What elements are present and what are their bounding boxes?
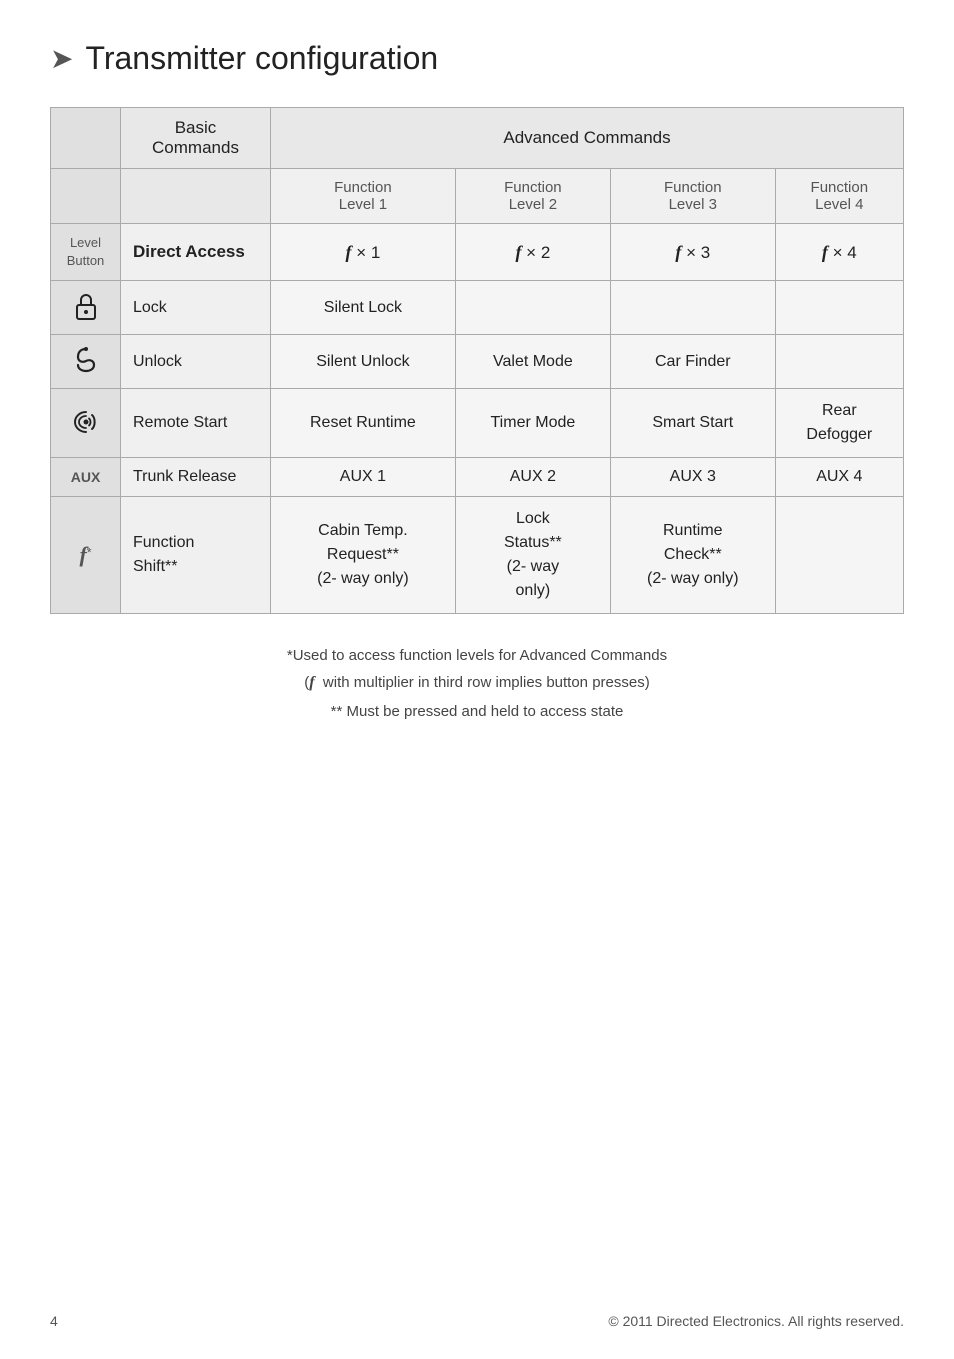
table-row: f* FunctionShift** Cabin Temp.Request**(… [51, 497, 904, 614]
lock-f2 [455, 281, 610, 335]
aux-f3: AUX 3 [610, 458, 775, 497]
copyright: © 2011 Directed Electronics. All rights … [608, 1313, 904, 1329]
aux-f2: AUX 2 [455, 458, 610, 497]
lock-basic: Lock [121, 281, 271, 335]
arrow-icon: ➤ [50, 42, 73, 75]
commands-table: Basic Commands Advanced Commands Functio… [50, 107, 904, 614]
unlock-f3: Car Finder [610, 335, 775, 389]
aux-f1: AUX 1 [271, 458, 456, 497]
sub-col-f3: FunctionLevel 3 [610, 169, 775, 224]
remote-start-basic: Remote Start [121, 389, 271, 458]
footnote-3: ** Must be pressed and held to access st… [50, 698, 904, 725]
col-empty [51, 108, 121, 169]
remote-start-f3: Smart Start [610, 389, 775, 458]
unlock-f4 [775, 335, 903, 389]
lock-f3 [610, 281, 775, 335]
table-row: Unlock Silent Unlock Valet Mode Car Find… [51, 335, 904, 389]
page-title: ➤ Transmitter configuration [50, 40, 904, 77]
sub-col-empty [51, 169, 121, 224]
lock-icon [51, 281, 121, 335]
col-basic-commands: Basic Commands [121, 108, 271, 169]
unlock-basic: Unlock [121, 335, 271, 389]
aux-f4: AUX 4 [775, 458, 903, 497]
table-header-row-2: FunctionLevel 1 FunctionLevel 2 Function… [51, 169, 904, 224]
function-f1: Cabin Temp.Request**(2- way only) [271, 497, 456, 614]
level-button-label: Level Button [51, 224, 121, 281]
footnote-1: *Used to access function levels for Adva… [50, 642, 904, 669]
sub-col-f2: FunctionLevel 2 [455, 169, 610, 224]
f4-multiplier: f × 4 [775, 224, 903, 281]
lock-f1: Silent Lock [271, 281, 456, 335]
f2-multiplier: f × 2 [455, 224, 610, 281]
lock-svg [73, 291, 99, 321]
remote-start-svg [70, 406, 102, 438]
sub-col-f1: FunctionLevel 1 [271, 169, 456, 224]
remote-start-icon [51, 389, 121, 458]
table-row: AUX Trunk Release AUX 1 AUX 2 AUX 3 AUX … [51, 458, 904, 497]
function-f4 [775, 497, 903, 614]
function-f3: RuntimeCheck**(2- way only) [610, 497, 775, 614]
direct-access-label: Direct Access [121, 224, 271, 281]
sub-col-f4: FunctionLevel 4 [775, 169, 903, 224]
aux-basic: Trunk Release [121, 458, 271, 497]
unlock-icon [51, 335, 121, 389]
f1-multiplier: f × 1 [271, 224, 456, 281]
table-header-row-1: Basic Commands Advanced Commands [51, 108, 904, 169]
function-f2: LockStatus**(2- wayonly) [455, 497, 610, 614]
function-basic: FunctionShift** [121, 497, 271, 614]
page-footer: 4 © 2011 Directed Electronics. All right… [50, 1313, 904, 1329]
footnote-2: (f with multiplier in third row implies … [50, 669, 904, 698]
page-number: 4 [50, 1313, 58, 1329]
lock-f4 [775, 281, 903, 335]
unlock-svg [72, 345, 100, 375]
f3-multiplier: f × 3 [610, 224, 775, 281]
remote-start-f1: Reset Runtime [271, 389, 456, 458]
function-icon: f* [51, 497, 121, 614]
aux-icon: AUX [51, 458, 121, 497]
footnotes: *Used to access function levels for Adva… [50, 642, 904, 725]
col-advanced-commands: Advanced Commands [271, 108, 904, 169]
remote-start-f2: Timer Mode [455, 389, 610, 458]
sub-col-basic [121, 169, 271, 224]
unlock-f2: Valet Mode [455, 335, 610, 389]
unlock-f1: Silent Unlock [271, 335, 456, 389]
table-row: Remote Start Reset Runtime Timer Mode Sm… [51, 389, 904, 458]
table-row: Lock Silent Lock [51, 281, 904, 335]
remote-start-f4: RearDefogger [775, 389, 903, 458]
level-button-row: Level Button Direct Access f × 1 f × 2 f… [51, 224, 904, 281]
